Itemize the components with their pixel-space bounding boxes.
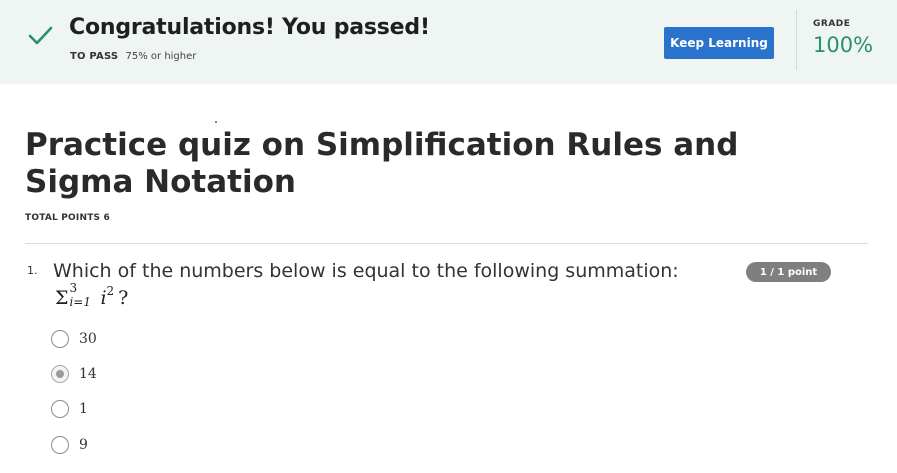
option-1[interactable]: 1	[51, 399, 88, 419]
question-number: 1.	[27, 264, 38, 277]
option-label: 14	[79, 366, 97, 382]
radio-button-selected[interactable]	[51, 365, 69, 383]
total-points: TOTAL POINTS 6	[25, 213, 111, 223]
page-title: Practice quiz on Simplification Rules an…	[25, 127, 739, 200]
sigma-upper-limit: 3	[69, 281, 78, 295]
option-30[interactable]: 30	[51, 329, 97, 349]
keep-learning-button[interactable]: Keep Learning	[664, 27, 774, 59]
sigma-symbol: Σ	[55, 287, 69, 309]
option-label: 30	[79, 331, 97, 347]
points-badge: 1 / 1 point	[746, 262, 831, 282]
option-label: 1	[79, 401, 88, 417]
sigma-lower-limit: i=1	[69, 295, 91, 309]
grade-divider	[796, 10, 797, 70]
grade-value: 100%	[813, 33, 874, 57]
section-divider	[25, 243, 868, 244]
summand-exponent: 2	[106, 284, 115, 298]
radio-button[interactable]	[51, 400, 69, 418]
option-14[interactable]: 14	[51, 364, 97, 384]
pass-requirement: TO PASS 75% or higher	[70, 51, 196, 62]
radio-button[interactable]	[51, 330, 69, 348]
summation-formula: Σ 3 i=1 i2?	[55, 281, 129, 309]
question-text: Which of the numbers below is equal to t…	[53, 260, 679, 282]
check-icon	[28, 26, 53, 45]
option-label: 9	[79, 437, 88, 453]
stray-dot	[215, 121, 217, 123]
radio-button[interactable]	[51, 436, 69, 454]
sigma-limits: 3 i=1	[68, 281, 98, 309]
result-banner: Congratulations! You passed! TO PASS 75%…	[0, 0, 897, 84]
grade-label: GRADE	[813, 19, 851, 29]
option-9[interactable]: 9	[51, 435, 88, 455]
question-mark: ?	[118, 287, 129, 309]
to-pass-value: 75% or higher	[125, 51, 197, 62]
to-pass-label: TO PASS	[70, 51, 119, 62]
pass-title: Congratulations! You passed!	[69, 15, 430, 40]
